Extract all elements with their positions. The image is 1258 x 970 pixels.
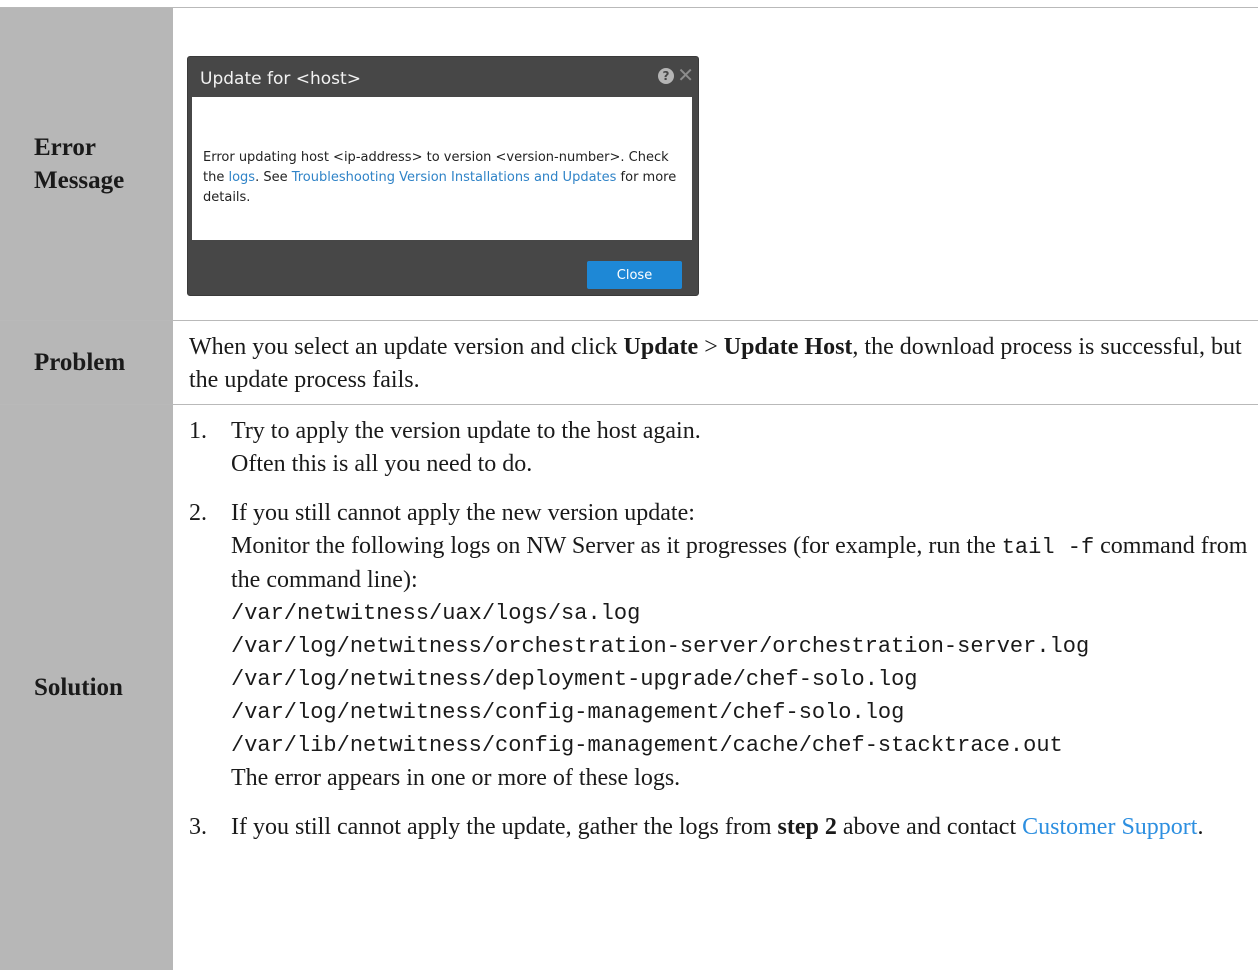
problem-label: Problem bbox=[0, 321, 173, 404]
solution-label: Solution bbox=[0, 405, 173, 970]
step-number: 3. bbox=[189, 814, 207, 840]
error-message-row: Error Message Update for <host> ? ✕ Erro… bbox=[0, 8, 1258, 321]
step-number: 1. bbox=[189, 418, 207, 444]
customer-support-link[interactable]: Customer Support bbox=[1022, 814, 1197, 840]
step-2: 2. If you still cannot apply the new ver… bbox=[189, 497, 1258, 795]
problem-text: When you select an update version and cl… bbox=[189, 331, 1246, 397]
error-message-label: Error Message bbox=[0, 8, 173, 320]
step-body: Try to apply the version update to the h… bbox=[231, 415, 1258, 481]
step-body: If you still cannot apply the new versio… bbox=[231, 497, 1258, 795]
problem-content: When you select an update version and cl… bbox=[173, 321, 1258, 404]
troubleshooting-link[interactable]: Troubleshooting Version Installations an… bbox=[292, 170, 617, 185]
dialog-title: Update for <host> bbox=[200, 69, 361, 89]
problem-row: Problem When you select an update versio… bbox=[0, 321, 1258, 405]
error-message-content: Update for <host> ? ✕ Error updating hos… bbox=[173, 8, 1258, 320]
step-text: above and contact bbox=[836, 814, 1023, 840]
logs-link[interactable]: logs bbox=[228, 170, 255, 185]
menu-separator: > bbox=[698, 334, 724, 360]
solution-content: 1. Try to apply the version update to th… bbox=[173, 405, 1258, 970]
solution-row: Solution 1. Try to apply the version upd… bbox=[0, 405, 1258, 970]
problem-text-part: When you select an update version and cl… bbox=[189, 334, 624, 360]
update-host-label: Update Host bbox=[723, 334, 853, 360]
close-icon[interactable]: ✕ bbox=[677, 64, 694, 86]
step-text: Often this is all you need to do. bbox=[231, 451, 533, 477]
step-text: Monitor the following logs on NW Server … bbox=[231, 533, 1002, 559]
step-1: 1. Try to apply the version update to th… bbox=[189, 415, 1258, 481]
monitor-instructions: Monitor the following logs on NW Server … bbox=[231, 530, 1258, 597]
log-path: /var/log/netwitness/orchestration-server… bbox=[231, 634, 1090, 659]
step-3: 3. If you still cannot apply the update,… bbox=[189, 811, 1258, 844]
log-path: /var/log/netwitness/deployment-upgrade/c… bbox=[231, 667, 918, 692]
step-body: If you still cannot apply the update, ga… bbox=[231, 811, 1258, 844]
step-number: 2. bbox=[189, 500, 207, 526]
log-path: /var/lib/netwitness/config-management/ca… bbox=[231, 733, 1063, 758]
step-text: Try to apply the version update to the h… bbox=[231, 418, 701, 444]
step-reference: step 2 bbox=[777, 814, 837, 840]
log-path: /var/netwitness/uax/logs/sa.log bbox=[231, 601, 641, 626]
dialog-body: Error updating host <ip-address> to vers… bbox=[192, 97, 692, 240]
dialog-message-text: . See bbox=[255, 170, 292, 185]
step-text: . bbox=[1197, 814, 1204, 840]
update-menu-label: Update bbox=[623, 334, 699, 360]
troubleshooting-table: Error Message Update for <host> ? ✕ Erro… bbox=[0, 7, 1258, 970]
question-circle-icon[interactable]: ? bbox=[658, 68, 674, 84]
step-text: If you still cannot apply the new versio… bbox=[231, 500, 695, 526]
close-button[interactable]: Close bbox=[587, 261, 682, 289]
update-error-dialog: Update for <host> ? ✕ Error updating hos… bbox=[187, 56, 699, 296]
tail-command: tail -f bbox=[1001, 535, 1095, 560]
solution-steps: 1. Try to apply the version update to th… bbox=[189, 415, 1258, 860]
step-text: If you still cannot apply the update, ga… bbox=[231, 814, 778, 840]
log-path: /var/log/netwitness/config-management/ch… bbox=[231, 700, 905, 725]
step-text: The error appears in one or more of thes… bbox=[231, 765, 681, 791]
